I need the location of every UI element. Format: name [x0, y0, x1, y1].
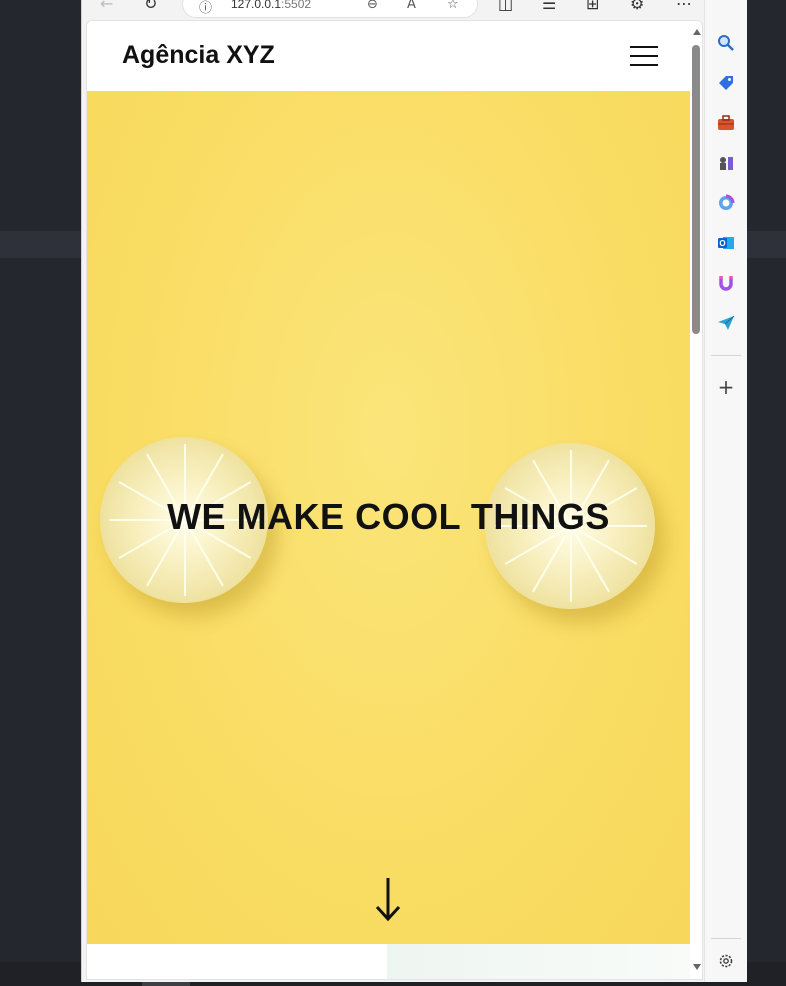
favorite-star-icon[interactable]: ☆ [447, 0, 459, 12]
tag-icon[interactable] [716, 73, 736, 93]
info-icon[interactable]: ⓘ [199, 0, 212, 16]
site-brand[interactable]: Agência XYZ [122, 41, 275, 70]
site-header: Agência XYZ [87, 21, 690, 91]
browser-toolbar: ← ↻ ⓘ 127.0.0.1:5502 ⊖ A ☆ ◫ ☰ ⊞ ⚙ ⋯ ◆ [82, 0, 747, 20]
magnet-icon[interactable] [716, 273, 736, 293]
outlook-icon[interactable]: O [716, 233, 736, 253]
scrollbar-thumb[interactable] [692, 45, 700, 334]
address-bar[interactable]: ⓘ 127.0.0.1:5502 ⊖ A ☆ [182, 0, 478, 18]
more-menu-icon[interactable]: ⋯ [676, 0, 692, 14]
url-text: 127.0.0.1:5502 [231, 0, 312, 11]
hero-title: WE MAKE COOL THINGS [167, 496, 610, 537]
copilot-icon[interactable] [716, 193, 736, 213]
extensions-icon[interactable]: ⚙ [630, 0, 644, 14]
back-icon[interactable]: ← [100, 0, 113, 14]
page-scrollbar[interactable] [690, 21, 702, 979]
background-left [0, 0, 82, 986]
scroll-up-icon[interactable] [693, 29, 701, 35]
gear-icon[interactable] [716, 951, 736, 971]
refresh-icon[interactable]: ↻ [144, 0, 157, 14]
edge-sidebar: O + [704, 0, 747, 982]
briefcase-icon[interactable] [716, 113, 736, 133]
hamburger-menu-icon[interactable] [630, 45, 658, 67]
split-screen-icon[interactable]: ◫ [498, 0, 513, 14]
sidebar-divider [711, 938, 741, 939]
scroll-down-icon[interactable] [693, 964, 701, 970]
favorites-icon[interactable]: ☰ [542, 0, 556, 14]
sidebar-divider [711, 355, 741, 356]
zoom-icon[interactable]: ⊖ [367, 0, 378, 12]
collections-icon[interactable]: ⊞ [586, 0, 599, 14]
svg-text:O: O [719, 239, 725, 248]
browser-window: ← ↻ ⓘ 127.0.0.1:5502 ⊖ A ☆ ◫ ☰ ⊞ ⚙ ⋯ ◆ A… [81, 0, 747, 982]
next-section-preview [87, 944, 690, 979]
add-icon[interactable]: + [716, 375, 736, 399]
arrow-down-icon[interactable] [372, 874, 404, 924]
read-aloud-icon[interactable]: A [407, 0, 416, 12]
background-right [746, 0, 786, 986]
search-icon[interactable] [716, 33, 736, 53]
page-viewport: Agência XYZ WE MAKE COOL THINGS [86, 20, 703, 980]
send-icon[interactable] [716, 313, 736, 333]
chess-icon[interactable] [716, 153, 736, 173]
hero-section: WE MAKE COOL THINGS [87, 91, 690, 944]
